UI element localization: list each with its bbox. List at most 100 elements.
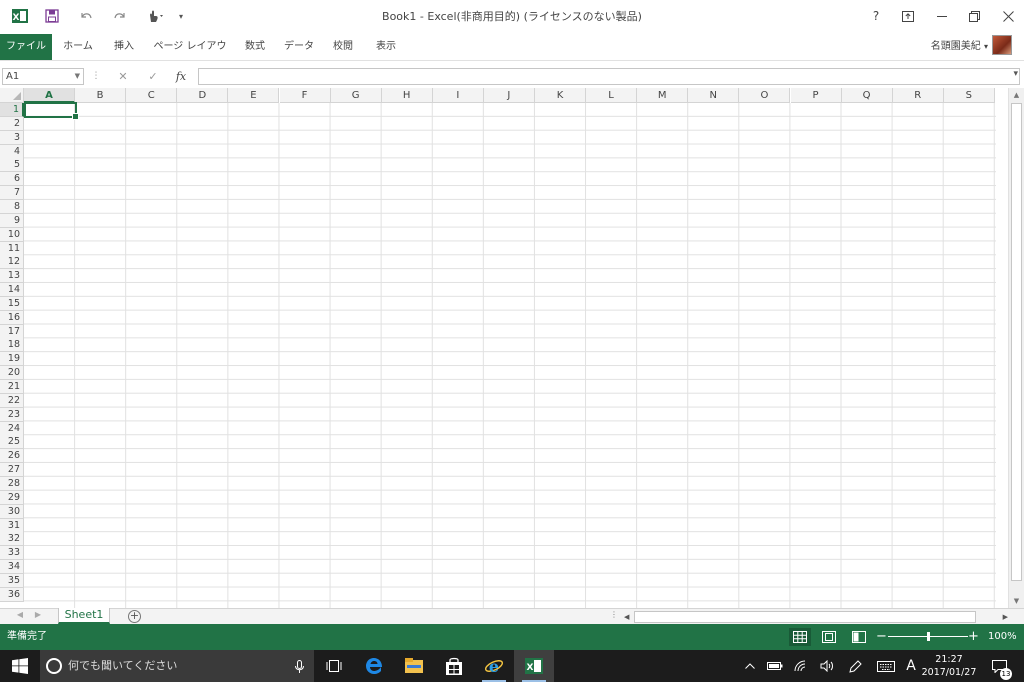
ime-mode-indicator[interactable]: A [902, 650, 920, 682]
row-header-15[interactable]: 15 [0, 296, 24, 311]
tab-data[interactable]: データ [280, 35, 318, 59]
row-header-24[interactable]: 24 [0, 421, 24, 436]
internet-explorer-icon[interactable]: e [474, 650, 514, 682]
row-header-28[interactable]: 28 [0, 476, 24, 491]
microphone-icon[interactable] [295, 659, 304, 678]
column-header-j[interactable]: J [483, 88, 535, 103]
column-header-m[interactable]: M [637, 88, 689, 103]
row-header-30[interactable]: 30 [0, 504, 24, 519]
row-header-20[interactable]: 20 [0, 366, 24, 381]
active-cell-a1[interactable] [24, 102, 79, 120]
row-header-17[interactable]: 17 [0, 324, 24, 339]
excel-logo-icon[interactable]: X [8, 0, 32, 32]
pen-icon[interactable] [844, 650, 866, 682]
avatar[interactable] [992, 35, 1012, 55]
column-header-b[interactable]: B [75, 88, 127, 103]
show-hidden-icons-icon[interactable] [740, 650, 760, 682]
cortana-search-box[interactable]: 何でも聞いてください [40, 650, 314, 682]
row-header-29[interactable]: 29 [0, 490, 24, 505]
battery-icon[interactable] [764, 650, 786, 682]
add-sheet-button[interactable]: + [128, 610, 141, 623]
column-header-c[interactable]: C [126, 88, 178, 103]
save-icon[interactable] [40, 0, 64, 32]
excel-taskbar-icon[interactable]: X [514, 650, 554, 682]
zoom-in-button[interactable]: + [968, 624, 979, 649]
task-view-icon[interactable] [314, 650, 354, 682]
zoom-out-button[interactable]: − [876, 624, 887, 649]
user-account[interactable]: 名頭園美紀 ▾ [931, 35, 988, 59]
row-header-33[interactable]: 33 [0, 546, 24, 561]
customize-qat-icon[interactable]: ▾ [172, 0, 190, 32]
row-header-21[interactable]: 21 [0, 380, 24, 394]
column-header-d[interactable]: D [177, 88, 229, 103]
row-header-1[interactable]: 1 [0, 103, 24, 117]
tab-file[interactable]: ファイル [0, 34, 52, 60]
row-header-22[interactable]: 22 [0, 393, 24, 408]
row-header-31[interactable]: 31 [0, 518, 24, 533]
cell-area[interactable] [24, 103, 996, 608]
enter-icon[interactable]: ✓ [142, 68, 164, 85]
scroll-up-icon[interactable]: ▲ [1009, 88, 1024, 102]
tab-insert[interactable]: 挿入 [106, 35, 142, 59]
row-header-3[interactable]: 3 [0, 130, 24, 145]
column-header-e[interactable]: E [228, 88, 280, 103]
row-header-8[interactable]: 8 [0, 199, 24, 214]
file-explorer-icon[interactable] [394, 650, 434, 682]
scroll-left-icon[interactable]: ◀ [624, 610, 629, 624]
edge-icon[interactable] [354, 650, 394, 682]
next-sheet-icon[interactable]: ▶ [32, 610, 44, 619]
row-header-25[interactable]: 25 [0, 435, 24, 450]
horizontal-scrollbar[interactable]: ◀ ▶ [622, 610, 1008, 624]
row-header-10[interactable]: 10 [0, 227, 24, 242]
page-break-preview-icon[interactable] [848, 628, 870, 646]
select-all-button[interactable] [0, 88, 24, 103]
row-header-35[interactable]: 35 [0, 573, 24, 588]
touch-mode-icon[interactable] [142, 0, 168, 32]
zoom-slider-thumb[interactable] [926, 632, 930, 641]
row-header-2[interactable]: 2 [0, 116, 24, 131]
column-header-g[interactable]: G [330, 88, 382, 103]
more-options-icon[interactable]: ⋮ [90, 68, 102, 85]
scroll-thumb[interactable] [1011, 103, 1022, 581]
row-header-19[interactable]: 19 [0, 352, 24, 367]
row-header-9[interactable]: 9 [0, 213, 24, 228]
column-header-i[interactable]: I [432, 88, 484, 103]
volume-icon[interactable] [816, 650, 838, 682]
chevron-down-icon[interactable]: ▼ [75, 69, 80, 84]
column-header-k[interactable]: K [535, 88, 586, 103]
column-header-s[interactable]: S [943, 88, 995, 103]
start-button[interactable] [0, 650, 40, 682]
row-header-5[interactable]: 5 [0, 158, 24, 173]
row-header-34[interactable]: 34 [0, 560, 24, 575]
worksheet-grid[interactable]: ABCDEFGHIJKLMNOPQRS 1 2 3 4 5 6 7 8 9 10 11 12 13 14 1… [0, 88, 1024, 608]
column-header-n[interactable]: N [688, 88, 740, 103]
prev-sheet-icon[interactable]: ◀ [14, 610, 26, 619]
tab-formulas[interactable]: 数式 [238, 35, 272, 59]
tab-view[interactable]: 表示 [368, 35, 404, 59]
column-header-o[interactable]: O [739, 88, 791, 103]
row-header-16[interactable]: 16 [0, 310, 24, 325]
column-header-h[interactable]: H [381, 88, 433, 103]
scroll-right-icon[interactable]: ▶ [1003, 610, 1008, 624]
row-header-18[interactable]: 18 [0, 338, 24, 353]
row-header-26[interactable]: 26 [0, 449, 24, 464]
name-box[interactable]: A1 ▼ [2, 68, 84, 85]
close-icon[interactable] [992, 0, 1024, 32]
scroll-down-icon[interactable]: ▼ [1009, 594, 1024, 608]
ribbon-display-options-icon[interactable] [892, 0, 924, 32]
cancel-icon[interactable]: ✕ [112, 68, 134, 85]
wifi-icon[interactable] [790, 650, 812, 682]
column-header-l[interactable]: L [586, 88, 638, 103]
vertical-scrollbar[interactable]: ▲ ▼ [1008, 88, 1024, 608]
column-header-p[interactable]: P [790, 88, 842, 103]
row-header-32[interactable]: 32 [0, 532, 24, 547]
column-header-f[interactable]: F [279, 88, 331, 103]
row-header-7[interactable]: 7 [0, 186, 24, 201]
help-button[interactable]: ? [860, 0, 892, 32]
zoom-level[interactable]: 100% [988, 624, 1017, 650]
row-header-12[interactable]: 12 [0, 255, 24, 270]
redo-icon[interactable] [108, 0, 132, 32]
row-header-4[interactable]: 4 [0, 144, 24, 159]
splitter-handle[interactable]: ⋮ [608, 610, 620, 619]
row-header-27[interactable]: 27 [0, 463, 24, 478]
